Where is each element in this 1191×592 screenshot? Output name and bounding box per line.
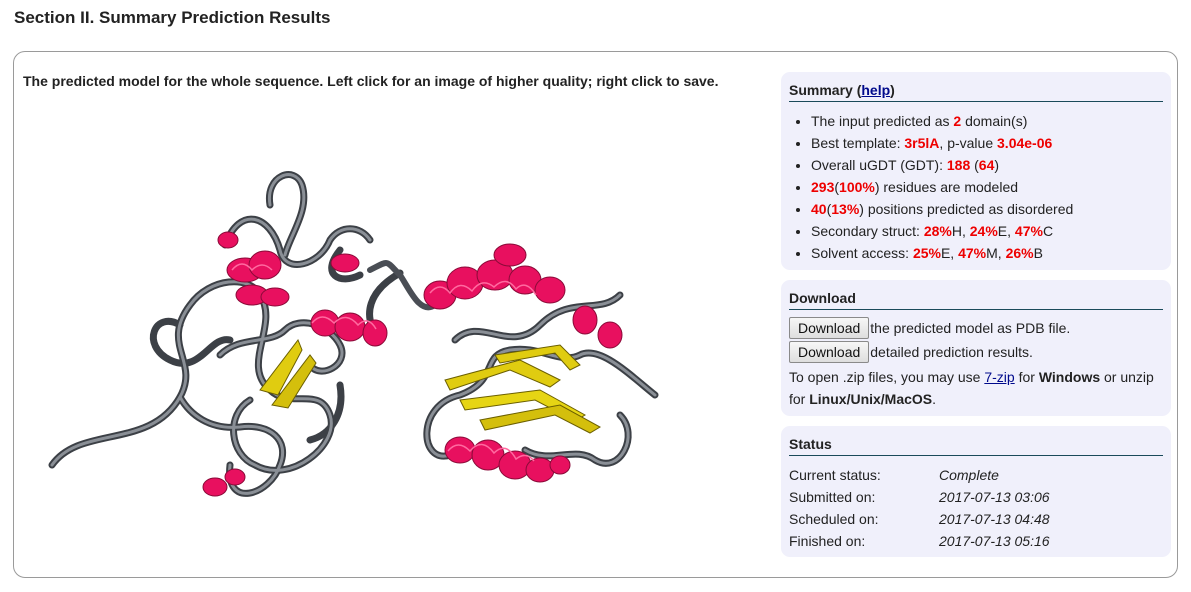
zip-note-text: .: [932, 391, 937, 407]
zip-note-text: for: [1014, 369, 1039, 385]
table-row: Scheduled on: 2017-07-13 04:48: [789, 508, 1050, 530]
download-pdb-button[interactable]: Download: [789, 317, 870, 339]
summary-text: H,: [951, 223, 970, 239]
table-row: Current status: Complete: [789, 464, 1050, 486]
summary-value: 13%: [831, 201, 860, 217]
list-item: The input predicted as 2 domain(s): [811, 110, 1163, 132]
download-heading: Download: [789, 290, 1163, 310]
summary-heading: Summary (help): [789, 82, 1163, 102]
list-item: Best template: 3r5lA, p-value 3.04e-06: [811, 132, 1163, 154]
model-caption: The predicted model for the whole sequen…: [23, 73, 719, 89]
summary-value: 47%: [958, 245, 987, 261]
protein-model-image[interactable]: [40, 165, 665, 515]
summary-text: ) positions predicted as disordered: [859, 201, 1074, 217]
summary-text: Secondary struct:: [811, 223, 924, 239]
summary-text: (: [970, 157, 979, 173]
download-results-button[interactable]: Download: [789, 341, 870, 363]
zip-note-text: To open .zip files, you may use: [789, 369, 985, 385]
list-item: Secondary struct: 28%H, 24%E, 47%C: [811, 220, 1163, 242]
summary-text: The input predicted as: [811, 113, 954, 129]
summary-heading-text: Summary (: [789, 82, 862, 98]
section-title: Section II. Summary Prediction Results: [14, 8, 331, 27]
summary-text: Solvent access:: [811, 245, 913, 261]
list-item: Overall uGDT (GDT): 188 (64): [811, 154, 1163, 176]
download-results-row: Download detailed prediction results.: [789, 340, 1163, 364]
status-label: Finished on:: [789, 533, 866, 549]
alpha-helices: [202, 231, 623, 497]
summary-value: 24%: [969, 223, 998, 239]
status-heading: Status: [789, 436, 1163, 456]
list-item: Solvent access: 25%E, 47%M, 26%B: [811, 242, 1163, 264]
linux-label: Linux/Unix/MacOS: [809, 391, 933, 407]
summary-value: 188: [946, 157, 971, 173]
status-value: 2017-07-13 03:06: [939, 489, 1050, 505]
summary-value: 28%: [923, 223, 952, 239]
summary-text: , p-value: [939, 135, 998, 151]
status-label: Scheduled on:: [789, 511, 879, 527]
windows-label: Windows: [1038, 369, 1101, 385]
summary-value: 26%: [1005, 245, 1034, 261]
summary-value: 25%: [912, 245, 941, 261]
summary-text: B: [1033, 245, 1043, 261]
list-item: 40(13%) positions predicted as disordere…: [811, 198, 1163, 220]
summary-list: The input predicted as 2 domain(s) Best …: [789, 110, 1163, 264]
summary-value: 3r5lA: [904, 135, 940, 151]
summary-text: E,: [997, 223, 1015, 239]
summary-text: ) residues are modeled: [874, 179, 1019, 195]
table-row: Submitted on: 2017-07-13 03:06: [789, 486, 1050, 508]
summary-text: Overall uGDT (GDT):: [811, 157, 947, 173]
list-item: 293(100%) residues are modeled: [811, 176, 1163, 198]
summary-value: 47%: [1014, 223, 1043, 239]
download-panel: Download Download the predicted model as …: [781, 280, 1171, 416]
summary-value: 64: [978, 157, 995, 173]
download-pdb-row: Download the predicted model as PDB file.: [789, 316, 1163, 340]
download-results-text: detailed prediction results.: [870, 344, 1033, 360]
summary-value: 100%: [839, 179, 875, 195]
status-value: 2017-07-13 05:16: [939, 533, 1050, 549]
summary-value: 293: [811, 179, 835, 195]
table-row: Finished on: 2017-07-13 05:16: [789, 530, 1050, 552]
summary-value: 3.04e-06: [997, 135, 1053, 151]
summary-text: C: [1042, 223, 1054, 239]
summary-text: M,: [986, 245, 1006, 261]
status-value: Complete: [939, 467, 999, 483]
status-table: Current status: Complete Submitted on: 201…: [789, 464, 1050, 552]
summary-text: E,: [940, 245, 959, 261]
status-label: Submitted on:: [789, 489, 876, 505]
summary-text: Best template:: [811, 135, 905, 151]
summary-panel: Summary (help) The input predicted as 2 …: [781, 72, 1171, 270]
zip-note: To open .zip files, you may use 7-zip fo…: [789, 366, 1163, 410]
summary-value: 40: [811, 201, 827, 217]
status-label: Current status:: [789, 467, 881, 483]
7zip-link[interactable]: 7-zip: [984, 369, 1014, 385]
summary-text: domain(s): [961, 113, 1028, 129]
status-panel: Status Current status: Complete Submitted…: [781, 426, 1171, 557]
summary-text: ): [994, 157, 1000, 173]
summary-heading-close: ): [890, 82, 895, 98]
download-pdb-text: the predicted model as PDB file.: [870, 320, 1071, 336]
help-link[interactable]: help: [861, 82, 890, 98]
status-value: 2017-07-13 04:48: [939, 511, 1050, 527]
